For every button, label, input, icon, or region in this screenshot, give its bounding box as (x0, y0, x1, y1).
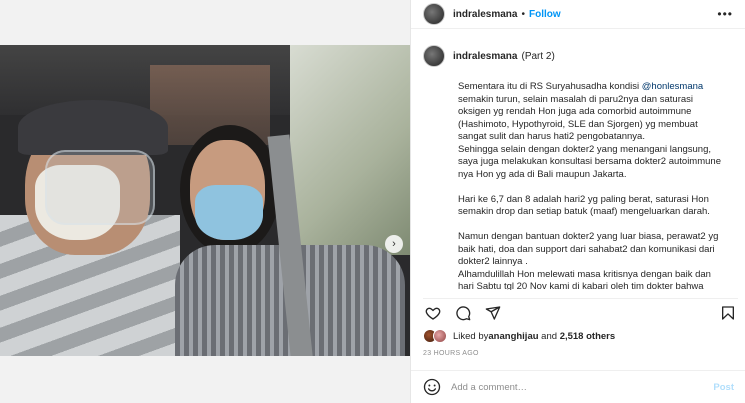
face-shield (45, 150, 155, 225)
liker-username[interactable]: ananghijau (488, 331, 538, 342)
like-button[interactable] (423, 303, 443, 323)
car-window (290, 45, 410, 255)
share-button[interactable] (483, 303, 503, 323)
header-separator: • (521, 8, 525, 20)
man-cap (18, 100, 168, 155)
comment-input[interactable] (451, 381, 691, 393)
caption-area: indralesmana (Part 2) Sementara itu di R… (423, 45, 738, 290)
caption-text-segment: semakin turun, selain masalah di paru2ny… (458, 93, 698, 143)
likes-count[interactable]: 2,518 others (560, 331, 615, 342)
author-username[interactable]: indralesmana (453, 9, 517, 20)
caption-paragraph: Sementara itu di RS Suryahusadha kondisi… (458, 81, 728, 144)
mention-link[interactable]: @honlesmana (642, 81, 703, 92)
caption-paragraph: Hari ke 6,7 dan 8 adalah hari2 yg paling… (458, 193, 710, 218)
action-bar (423, 298, 738, 320)
likes-prefix: Liked by (453, 330, 489, 342)
caption-paragraph: Namun dengan bantuan dokter2 yang luar b… (458, 231, 719, 267)
bookmark-icon (722, 305, 734, 320)
post-header: indralesmana • Follow ••• (411, 0, 745, 29)
caption-part-label: (Part 2) (521, 50, 555, 62)
comment-icon (456, 305, 471, 320)
post-side-panel: indralesmana • Follow ••• indralesmana (… (410, 0, 745, 403)
author-avatar[interactable] (423, 3, 445, 25)
save-button[interactable] (718, 303, 738, 323)
likes-summary: Liked by ananghijau and 2,518 others (423, 329, 615, 343)
chevron-right-icon: › (392, 238, 396, 250)
emoji-icon[interactable] (423, 378, 441, 396)
comment-bar: Post (411, 370, 745, 403)
caption-text: Sementara itu di RS Suryahusadha kondisi… (458, 81, 728, 290)
caption-avatar[interactable] (423, 45, 445, 67)
post-comment-button[interactable]: Post (713, 382, 734, 393)
comment-button[interactable] (453, 303, 473, 323)
instagram-post-view: › indralesmana • Follow ••• indralesmana… (0, 0, 745, 403)
post-timestamp[interactable]: 23 HOURS AGO (423, 350, 479, 357)
follow-button[interactable]: Follow (529, 9, 561, 20)
send-icon (485, 305, 501, 320)
carousel-next-button[interactable]: › (385, 235, 403, 253)
caption-paragraph: Sehingga selain dengan dokter2 yang mena… (458, 143, 721, 180)
heart-icon (425, 307, 441, 320)
caption-paragraph: Alhamdulillah Hon melewati masa kritisny… (458, 268, 711, 291)
caption-header: indralesmana (Part 2) (423, 45, 738, 67)
liker-avatar (433, 329, 447, 343)
post-photo[interactable]: › (0, 45, 410, 356)
more-options-icon[interactable]: ••• (717, 7, 733, 21)
woman-mask (195, 185, 263, 240)
likes-conjunction: and (538, 330, 560, 342)
caption-text-segment: Sementara itu di RS Suryahusadha kondisi (458, 81, 642, 92)
caption-username[interactable]: indralesmana (453, 51, 517, 62)
